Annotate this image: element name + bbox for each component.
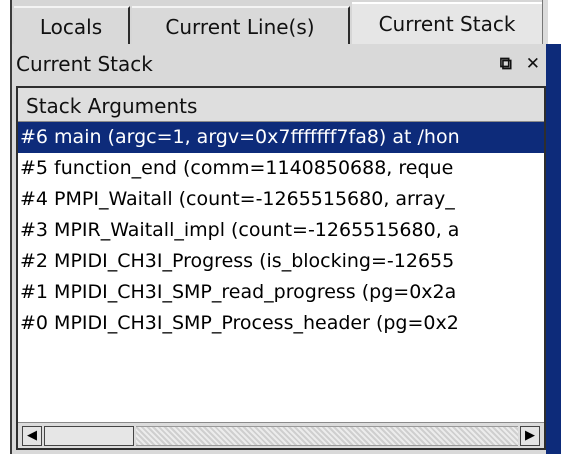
stack-frame-row[interactable]: #6 main (argc=1, argv=0x7fffffff7fa8) at… — [18, 122, 544, 153]
stack-frame-row[interactable]: #0 MPIDI_CH3I_SMP_Process_header (pg=0x2 — [18, 308, 544, 339]
tab-locals[interactable]: Locals — [14, 6, 130, 44]
panel-title: Current Stack — [16, 52, 153, 76]
scrollbar-thumb[interactable] — [44, 426, 134, 446]
panel-controls: ⧉ ✕ — [492, 44, 540, 84]
tab-current-stack[interactable]: Current Stack — [352, 2, 544, 44]
debugger-window: Locals Current Line(s) Current Stack Cur… — [0, 0, 561, 460]
window-edge-bar — [546, 44, 561, 460]
bottom-edge — [0, 454, 561, 460]
scroll-left-icon[interactable]: ◀ — [22, 426, 42, 446]
stack-tree[interactable]: Stack Arguments #6 main (argc=1, argv=0x… — [16, 86, 546, 450]
stack-frame-row[interactable]: #4 PMPI_Waitall (count=-1265515680, arra… — [18, 184, 544, 215]
horizontal-scrollbar[interactable]: ◀ ▶ — [18, 422, 544, 448]
float-icon[interactable]: ⧉ — [500, 54, 512, 74]
tab-bar: Locals Current Line(s) Current Stack — [10, 0, 544, 44]
tab-current-lines[interactable]: Current Line(s) — [132, 6, 350, 44]
scrollbar-track[interactable] — [136, 426, 518, 446]
stack-frame-row[interactable]: #2 MPIDI_CH3I_Progress (is_blocking=-126… — [18, 246, 544, 277]
tab-bar-edge — [542, 0, 548, 44]
column-header-stack-arguments[interactable]: Stack Arguments — [18, 88, 544, 122]
stack-frame-row[interactable]: #3 MPIR_Waitall_impl (count=-1265515680,… — [18, 215, 544, 246]
close-icon[interactable]: ✕ — [526, 54, 540, 74]
stack-frame-row[interactable]: #5 function_end (comm=1140850688, reque — [18, 153, 544, 184]
stack-frame-row[interactable]: #1 MPIDI_CH3I_SMP_read_progress (pg=0x2a — [18, 277, 544, 308]
scroll-right-icon[interactable]: ▶ — [520, 426, 540, 446]
current-stack-panel: Current Stack ⧉ ✕ Stack Arguments #6 mai… — [10, 44, 546, 454]
